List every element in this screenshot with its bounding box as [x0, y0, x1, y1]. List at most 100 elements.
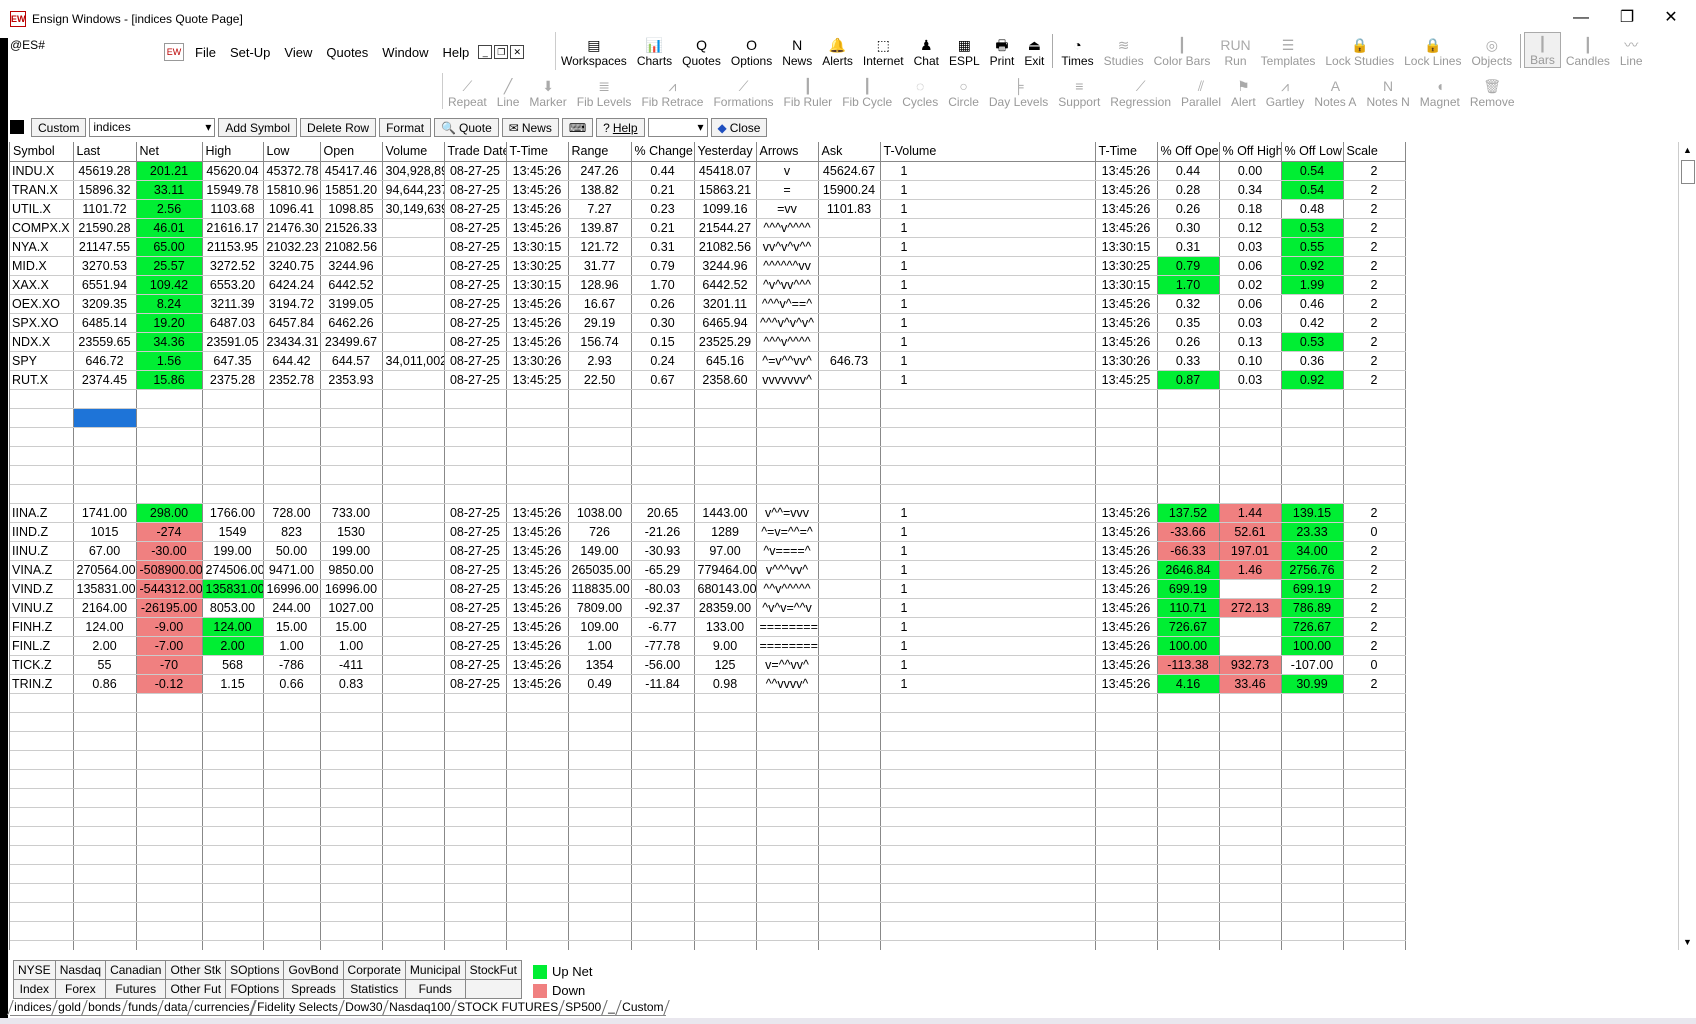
empty-cell[interactable]	[1281, 845, 1344, 865]
empty-cell[interactable]	[202, 940, 264, 950]
empty-cell[interactable]	[320, 921, 383, 941]
menu-view[interactable]: View	[277, 45, 319, 60]
empty-cell[interactable]	[202, 693, 264, 713]
mdi-restore-icon[interactable]: ❐	[494, 45, 509, 59]
empty-cell[interactable]	[202, 408, 264, 428]
symbol-cell[interactable]: FINH.Z	[10, 617, 74, 637]
exchange-nyse-button[interactable]: NYSE	[14, 961, 56, 980]
empty-cell[interactable]	[1095, 408, 1158, 428]
toolbar-news-button[interactable]: N News	[777, 32, 817, 68]
empty-cell[interactable]	[263, 427, 321, 447]
column-header-ask[interactable]: Ask	[818, 142, 881, 162]
empty-cell[interactable]	[1095, 921, 1158, 941]
empty-cell[interactable]	[1343, 845, 1406, 865]
empty-cell[interactable]	[568, 940, 632, 950]
empty-cell[interactable]	[694, 864, 757, 884]
empty-cell[interactable]	[10, 902, 74, 922]
toolbar-regression-button[interactable]: ⟋ Regression	[1105, 73, 1176, 109]
symbol-cell[interactable]: FINL.Z	[10, 636, 74, 656]
empty-cell[interactable]	[1343, 693, 1406, 713]
empty-cell[interactable]	[568, 408, 632, 428]
empty-cell[interactable]	[202, 465, 264, 485]
toolbar-notes-n-button[interactable]: N Notes N	[1361, 73, 1414, 109]
table-row[interactable]: NYA.X 21147.55 65.00 21153.95 21032.23 21082.…	[10, 237, 1406, 257]
empty-cell[interactable]	[1219, 750, 1282, 770]
empty-cell[interactable]	[263, 408, 321, 428]
empty-cell[interactable]	[320, 484, 383, 504]
empty-cell[interactable]	[568, 788, 632, 808]
empty-cell[interactable]	[382, 731, 445, 751]
empty-cell[interactable]	[756, 864, 819, 884]
symbol-cell[interactable]: OEX.XO	[10, 294, 74, 314]
empty-cell[interactable]	[10, 750, 74, 770]
empty-cell[interactable]	[73, 845, 137, 865]
empty-cell[interactable]	[10, 693, 74, 713]
empty-cell[interactable]	[506, 807, 569, 827]
toolbar-charts-button[interactable]: 📊 Charts	[632, 32, 677, 68]
symbol-cell[interactable]: IINU.Z	[10, 541, 74, 561]
empty-cell[interactable]	[263, 484, 321, 504]
toolbar-marker-button[interactable]: ⬇ Marker	[524, 73, 571, 109]
keyboard-button[interactable]: ⌨	[561, 117, 594, 137]
empty-cell[interactable]	[1343, 484, 1406, 504]
empty-cell[interactable]	[202, 731, 264, 751]
toolbar-fib-cycle-button[interactable]: ┃ Fib Cycle	[837, 73, 897, 109]
empty-cell[interactable]	[136, 883, 203, 903]
table-row[interactable]: FINH.Z 124.00 -9.00 124.00 15.00 15.00 08-27-2…	[10, 617, 1406, 637]
empty-cell[interactable]	[382, 446, 445, 466]
empty-cell[interactable]	[756, 902, 819, 922]
empty-cell[interactable]	[568, 712, 632, 732]
empty-cell[interactable]	[694, 921, 757, 941]
empty-cell[interactable]	[202, 389, 264, 409]
toolbar-support-button[interactable]: ≡ Support	[1053, 73, 1105, 109]
empty-cell[interactable]	[506, 826, 569, 846]
toolbar-line-button[interactable]: ╱ Line	[492, 73, 525, 109]
empty-cell[interactable]	[320, 883, 383, 903]
table-row[interactable]: NDX.X 23559.65 34.36 23591.05 23434.31 23499.…	[10, 332, 1406, 352]
empty-cell[interactable]	[818, 807, 881, 827]
empty-cell[interactable]	[694, 788, 757, 808]
empty-cell[interactable]	[444, 940, 507, 950]
toolbar-alerts-button[interactable]: 🔔 Alerts	[817, 32, 858, 68]
symbol-cell[interactable]: INDU.X	[10, 161, 74, 181]
empty-cell[interactable]	[320, 769, 383, 789]
empty-cell[interactable]	[1219, 883, 1282, 903]
empty-cell[interactable]	[506, 750, 569, 770]
empty-cell[interactable]	[382, 427, 445, 447]
empty-cell[interactable]	[263, 750, 321, 770]
empty-cell[interactable]	[568, 484, 632, 504]
empty-cell[interactable]	[506, 883, 569, 903]
empty-cell[interactable]	[444, 408, 507, 428]
empty-row[interactable]	[10, 427, 1406, 447]
empty-cell[interactable]	[136, 788, 203, 808]
help-button[interactable]: ? Help	[596, 117, 645, 137]
exchange-municipal-button[interactable]: Municipal	[405, 961, 466, 980]
empty-cell[interactable]	[756, 446, 819, 466]
mdi-minimize-icon[interactable]: _	[478, 45, 493, 59]
empty-cell[interactable]	[73, 902, 137, 922]
empty-cell[interactable]	[382, 769, 445, 789]
toolbar-templates-button[interactable]: ☰ Templates	[1256, 32, 1321, 68]
empty-cell[interactable]	[818, 465, 881, 485]
empty-cell[interactable]	[202, 864, 264, 884]
column-header-t-time[interactable]: T-Time	[506, 142, 569, 162]
tab-currencies[interactable]: currencies	[187, 1000, 257, 1015]
empty-cell[interactable]	[202, 446, 264, 466]
empty-row[interactable]	[10, 712, 1406, 732]
empty-cell[interactable]	[631, 465, 695, 485]
empty-cell[interactable]	[1343, 465, 1406, 485]
empty-cell[interactable]	[1095, 693, 1158, 713]
symbol-cell[interactable]: VINA.Z	[10, 560, 74, 580]
empty-cell[interactable]	[444, 712, 507, 732]
toolbar-cycles-button[interactable]: ◌ Cycles	[897, 73, 943, 109]
toolbar-exit-button[interactable]: ⏏ Exit	[1019, 32, 1049, 68]
table-row[interactable]: TRAN.X 15896.32 33.11 15949.78 15810.96 15851…	[10, 180, 1406, 200]
symbol-cell[interactable]: IIND.Z	[10, 522, 74, 542]
empty-cell[interactable]	[818, 427, 881, 447]
tab-indices[interactable]: indices	[7, 1000, 59, 1015]
toolbar-options-button[interactable]: O Options	[726, 32, 777, 68]
empty-cell[interactable]	[631, 427, 695, 447]
empty-cell[interactable]	[818, 731, 881, 751]
empty-cell[interactable]	[10, 484, 74, 504]
empty-cell[interactable]	[756, 883, 819, 903]
